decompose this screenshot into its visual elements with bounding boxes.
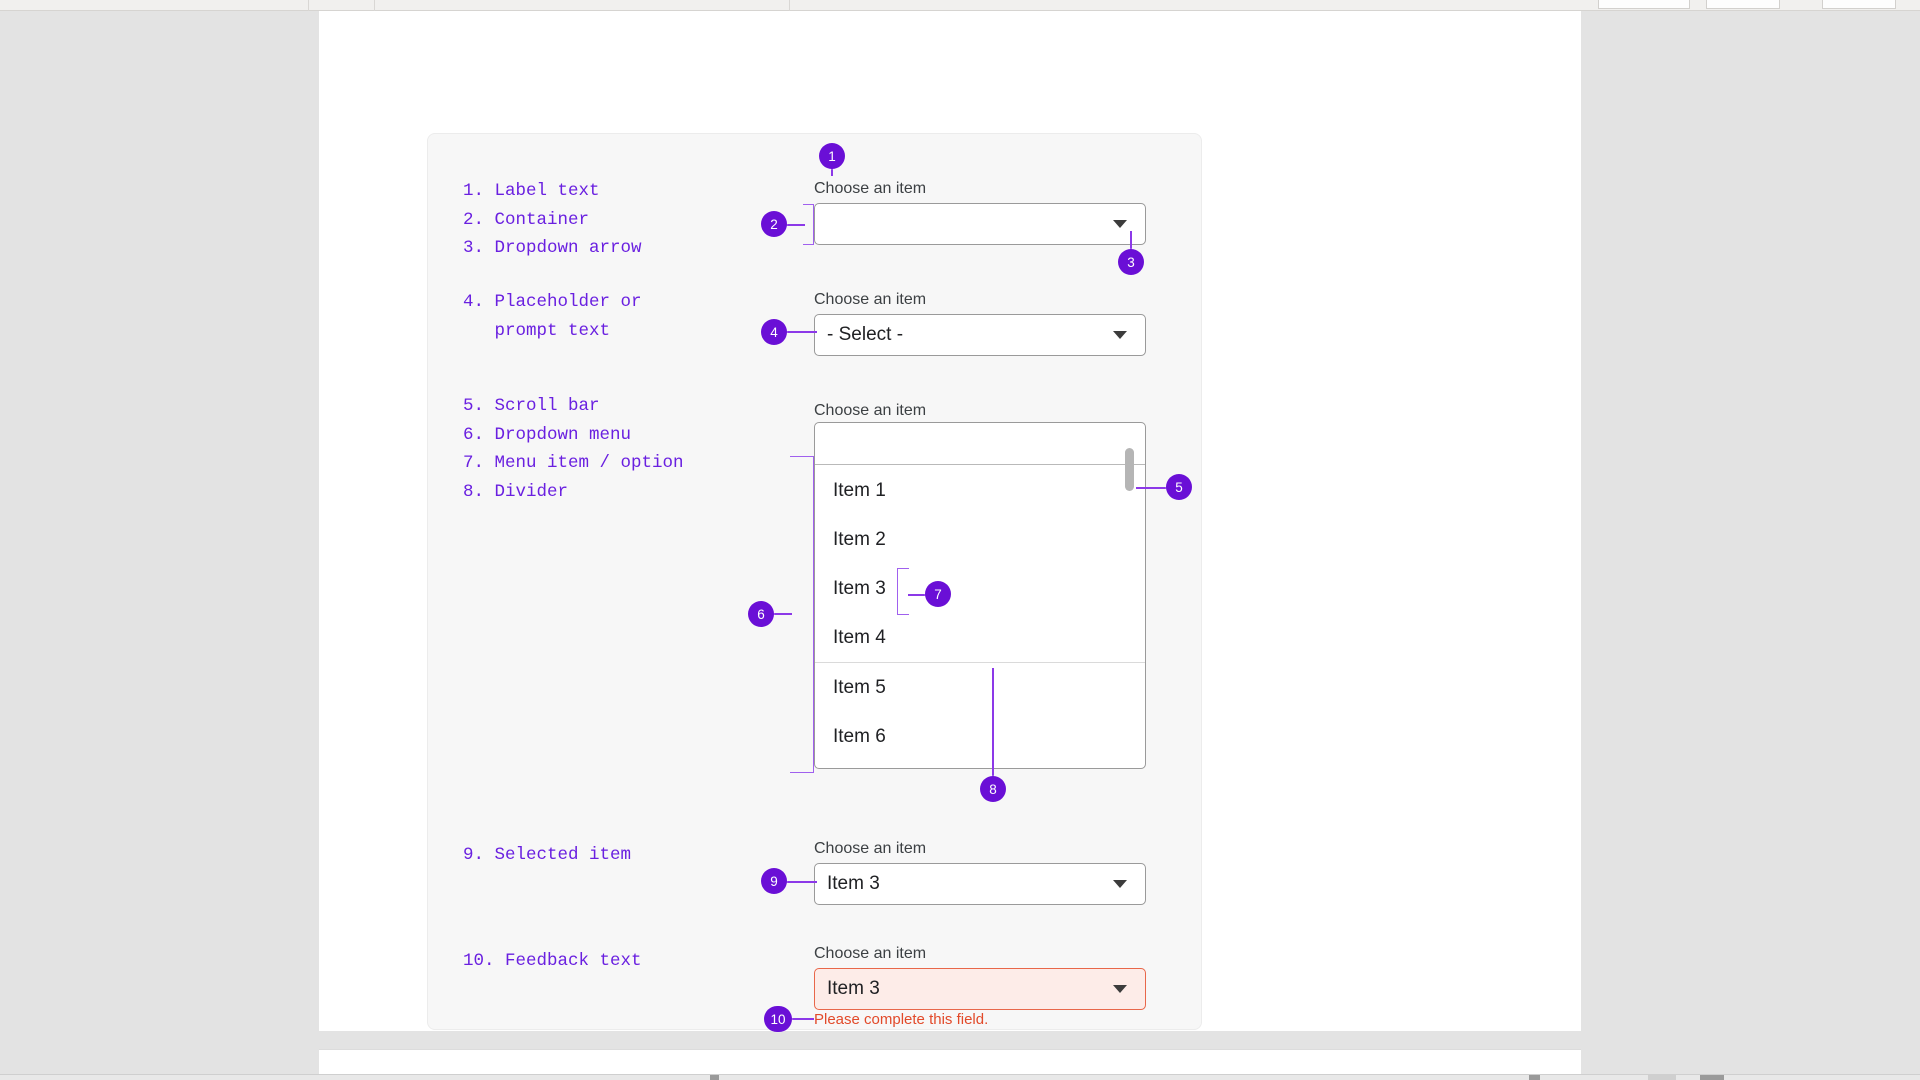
field-label-prompt: Choose an item [814, 291, 927, 308]
menu-item[interactable]: Item 1 [815, 466, 1145, 515]
callout-badge-3: 3 [1118, 249, 1144, 275]
taskbar-icon[interactable] [1529, 1075, 1540, 1080]
lead-line-2 [785, 224, 805, 226]
dropdown-menu-list[interactable]: Item 1 Item 2 Item 3 Item 4 Item 5 Item … [815, 466, 1145, 768]
dropdown-trigger[interactable] [815, 423, 1145, 465]
chevron-down-icon[interactable] [1113, 880, 1127, 888]
select-prompt-value: - Select - [827, 324, 904, 345]
callout-badge-1: 1 [819, 143, 845, 169]
lead-line-10 [792, 1018, 814, 1020]
taskbar-icon[interactable] [710, 1075, 719, 1080]
select-invalid[interactable]: Item 3 [814, 968, 1146, 1010]
dropdown-open[interactable]: Item 1 Item 2 Item 3 Item 4 Item 5 Item … [814, 422, 1146, 769]
lead-line-8 [992, 668, 994, 784]
page-gap [319, 1031, 1581, 1049]
select-empty[interactable] [814, 203, 1146, 245]
taskbar-icon-active[interactable] [1648, 1074, 1676, 1080]
menu-item[interactable]: Item 6 [815, 712, 1145, 761]
field-label-selected: Choose an item [814, 840, 927, 857]
callout-badge-8: 8 [980, 776, 1006, 802]
callout-badge-2: 2 [761, 211, 787, 237]
bracket-menu-item [897, 568, 909, 615]
toolbar-button[interactable] [1598, 0, 1690, 9]
lead-line-6 [772, 613, 792, 615]
feedback-text: Please complete this field. [814, 1011, 989, 1028]
bracket-dropdown-menu [790, 456, 814, 773]
select-selected-value: Item 3 [827, 873, 880, 894]
field-label-invalid: Choose an item [814, 945, 927, 962]
chevron-down-icon[interactable] [1113, 220, 1127, 228]
callout-badge-10: 10 [764, 1006, 792, 1032]
field-label-open: Choose an item [814, 402, 927, 419]
os-taskbar [0, 1074, 1920, 1080]
chevron-down-icon[interactable] [1113, 331, 1127, 339]
menu-item[interactable]: Item 2 [815, 515, 1145, 564]
callout-badge-7: 7 [925, 581, 951, 607]
lead-line-4 [785, 331, 817, 333]
legend-group-menu: 5. Scroll bar 6. Dropdown menu 7. Menu i… [463, 396, 684, 502]
scrollbar-thumb[interactable] [1125, 448, 1134, 491]
field-label-empty: Choose an item [814, 180, 927, 197]
select-prompt[interactable]: - Select - [814, 314, 1146, 356]
tab-seam [374, 0, 375, 11]
select-selected[interactable]: Item 3 [814, 863, 1146, 905]
legend-group-label-container-arrow: 1. Label text 2. Container 3. Dropdown a… [463, 181, 642, 258]
legend-group-placeholder: 4. Placeholder or prompt text [463, 292, 642, 341]
callout-badge-6: 6 [748, 601, 774, 627]
legend-group-selected: 9. Selected item [463, 845, 632, 865]
lead-line-5 [1136, 487, 1170, 489]
select-invalid-value: Item 3 [827, 978, 880, 999]
callout-badge-4: 4 [761, 319, 787, 345]
toolbar-button[interactable] [1822, 0, 1896, 9]
legend-group-feedback: 10. Feedback text [463, 951, 642, 971]
browser-chrome-strip [0, 0, 1920, 11]
tab-seam [789, 0, 790, 11]
chevron-down-icon[interactable] [1113, 985, 1127, 993]
taskbar-icon[interactable] [1700, 1075, 1724, 1080]
menu-item[interactable]: Item 3 [815, 564, 1145, 613]
callout-badge-9: 9 [761, 868, 787, 894]
lead-line-9 [785, 881, 817, 883]
callout-badge-5: 5 [1166, 474, 1192, 500]
menu-item[interactable]: Item 4 [815, 613, 1145, 662]
tab-seam [308, 0, 309, 11]
toolbar-button[interactable] [1706, 0, 1780, 9]
menu-item[interactable]: Item 5 [815, 663, 1145, 712]
